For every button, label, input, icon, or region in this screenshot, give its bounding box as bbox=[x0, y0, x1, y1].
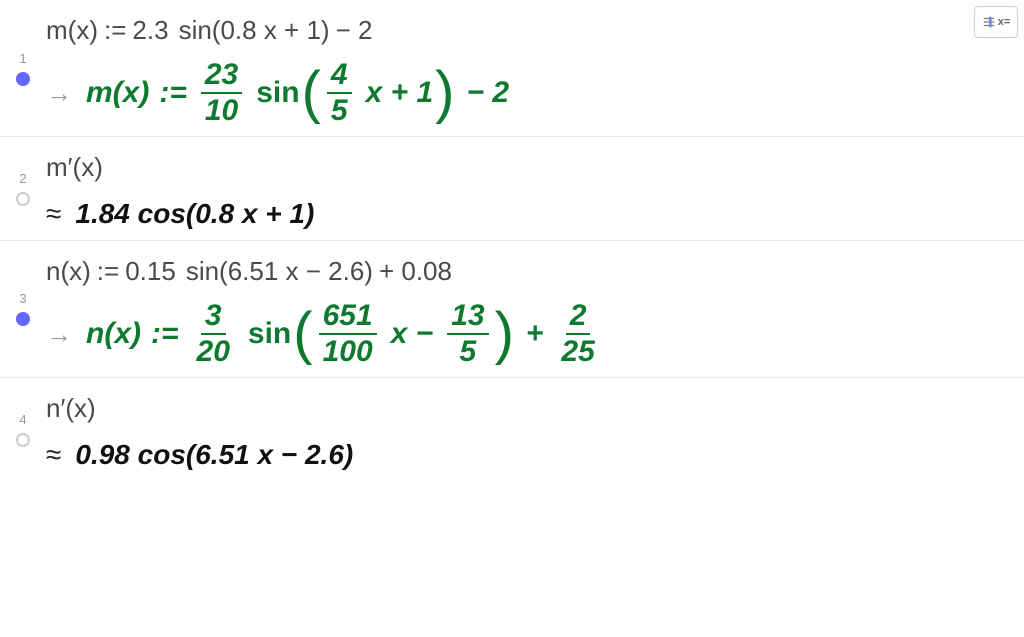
slider-label: x= bbox=[998, 16, 1011, 28]
row-gutter: 2 bbox=[0, 147, 46, 229]
row-number: 1 bbox=[19, 51, 26, 66]
output-expression: → m(x) := 2310 sin ( 45 x + 1 ) − 2 bbox=[46, 60, 1008, 126]
cas-algebra-view: x= 1 m(x) := 2.3 sin(0.8 x + 1) − 2 → m(… bbox=[0, 0, 1024, 637]
visibility-marker[interactable] bbox=[16, 72, 30, 86]
output-expression: → n(x) := 320 sin ( 651100 x − 135 ) + 2… bbox=[46, 301, 1008, 367]
row-content: n(x) := 0.15 sin(6.51 x − 2.6) + 0.08 → … bbox=[46, 251, 1008, 367]
row-content: m(x) := 2.3 sin(0.8 x + 1) − 2 → m(x) :=… bbox=[46, 10, 1008, 126]
row-number: 3 bbox=[19, 291, 26, 306]
cas-row[interactable]: 3 n(x) := 0.15 sin(6.51 x − 2.6) + 0.08 … bbox=[0, 241, 1024, 378]
approx-icon: ≈ bbox=[46, 439, 61, 471]
row-gutter: 4 bbox=[0, 388, 46, 470]
input-expression[interactable]: n′(x) bbox=[46, 390, 1008, 426]
visibility-marker[interactable] bbox=[16, 433, 30, 447]
exact-arrow-icon: → bbox=[46, 78, 72, 109]
visibility-marker[interactable] bbox=[16, 312, 30, 326]
row-gutter: 1 bbox=[0, 10, 46, 126]
output-expression: ≈ 0.98 cos(6.51 x − 2.6) bbox=[46, 439, 1008, 471]
input-expression[interactable]: m′(x) bbox=[46, 149, 1008, 185]
row-number: 2 bbox=[19, 171, 26, 186]
approx-icon: ≈ bbox=[46, 198, 61, 230]
input-expression[interactable]: m(x) := 2.3 sin(0.8 x + 1) − 2 bbox=[46, 12, 1008, 48]
row-number: 4 bbox=[19, 412, 26, 427]
output-expression: ≈ 1.84 cos(0.8 x + 1) bbox=[46, 198, 1008, 230]
exact-arrow-icon: → bbox=[46, 319, 72, 350]
row-content: m′(x) ≈ 1.84 cos(0.8 x + 1) bbox=[46, 147, 1008, 229]
slider-toggle-button[interactable]: x= bbox=[974, 6, 1018, 38]
cas-row[interactable]: 4 n′(x) ≈ 0.98 cos(6.51 x − 2.6) bbox=[0, 378, 1024, 480]
row-content: n′(x) ≈ 0.98 cos(6.51 x − 2.6) bbox=[46, 388, 1008, 470]
cas-row[interactable]: 2 m′(x) ≈ 1.84 cos(0.8 x + 1) bbox=[0, 137, 1024, 240]
row-gutter: 3 bbox=[0, 251, 46, 367]
cas-row[interactable]: 1 m(x) := 2.3 sin(0.8 x + 1) − 2 → m(x) … bbox=[0, 0, 1024, 137]
slider-icon bbox=[982, 15, 996, 29]
visibility-marker[interactable] bbox=[16, 192, 30, 206]
input-expression[interactable]: n(x) := 0.15 sin(6.51 x − 2.6) + 0.08 bbox=[46, 253, 1008, 289]
